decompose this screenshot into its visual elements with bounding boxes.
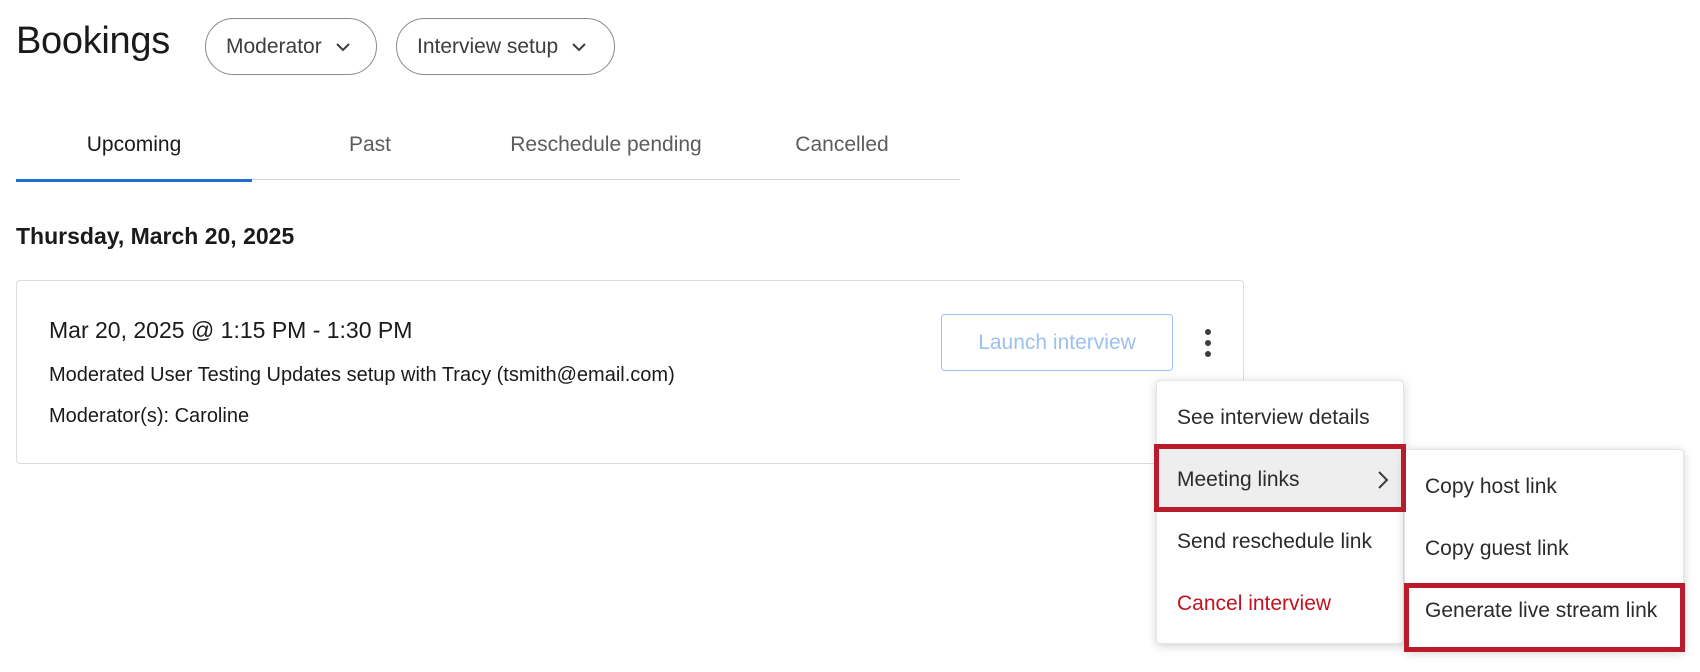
kebab-dot: [1205, 329, 1211, 335]
submenu-item-label: Copy host link: [1425, 475, 1557, 498]
kebab-dot: [1205, 340, 1211, 346]
submenu-item-copy-guest-link[interactable]: Copy guest link: [1405, 518, 1685, 580]
booking-description: Moderated User Testing Updates setup wit…: [49, 364, 675, 386]
tab-reschedule-pending[interactable]: Reschedule pending: [488, 110, 724, 180]
menu-item-send-reschedule-link[interactable]: Send reschedule link: [1157, 511, 1405, 573]
menu-item-label: Cancel interview: [1177, 592, 1332, 615]
tab-past[interactable]: Past: [252, 110, 488, 180]
interview-setup-filter-dropdown[interactable]: Interview setup: [396, 18, 615, 75]
chevron-down-icon: [336, 42, 350, 51]
tab-cancelled[interactable]: Cancelled: [724, 110, 960, 180]
menu-item-meeting-links[interactable]: Meeting links: [1157, 449, 1405, 511]
meeting-links-submenu: Copy host link Copy guest link Generate …: [1404, 449, 1684, 651]
interview-setup-filter-label: Interview setup: [417, 34, 559, 58]
menu-item-label: Send reschedule link: [1177, 530, 1372, 553]
booking-time: Mar 20, 2025 @ 1:15 PM - 1:30 PM: [49, 317, 413, 343]
submenu-item-label: Copy guest link: [1425, 537, 1569, 560]
booking-card: Mar 20, 2025 @ 1:15 PM - 1:30 PM Moderat…: [16, 280, 1244, 464]
moderator-filter-label: Moderator: [226, 34, 322, 58]
menu-item-see-interview-details[interactable]: See interview details: [1157, 387, 1405, 449]
more-options-icon[interactable]: [1191, 323, 1225, 363]
booking-actions-menu: See interview details Meeting links Send…: [1156, 380, 1405, 644]
menu-item-cancel-interview[interactable]: Cancel interview: [1157, 573, 1405, 635]
submenu-item-copy-host-link[interactable]: Copy host link: [1405, 456, 1685, 518]
submenu-item-generate-live-stream-link[interactable]: Generate live stream link: [1405, 580, 1685, 642]
submenu-item-label: Generate live stream link: [1425, 599, 1658, 622]
chevron-down-icon: [572, 42, 586, 51]
kebab-dot: [1205, 351, 1211, 357]
booking-moderators: Moderator(s): Caroline: [49, 405, 250, 427]
booking-tabs: Upcoming Past Reschedule pending Cancell…: [16, 110, 960, 182]
moderator-filter-dropdown[interactable]: Moderator: [205, 18, 377, 75]
menu-item-label: See interview details: [1177, 406, 1370, 429]
launch-interview-button[interactable]: Launch interview: [941, 314, 1173, 371]
date-heading: Thursday, March 20, 2025: [16, 223, 295, 249]
tab-upcoming[interactable]: Upcoming: [16, 110, 252, 182]
page-title: Bookings: [16, 20, 170, 62]
chevron-right-icon: [1378, 471, 1389, 489]
menu-item-label: Meeting links: [1177, 468, 1300, 491]
